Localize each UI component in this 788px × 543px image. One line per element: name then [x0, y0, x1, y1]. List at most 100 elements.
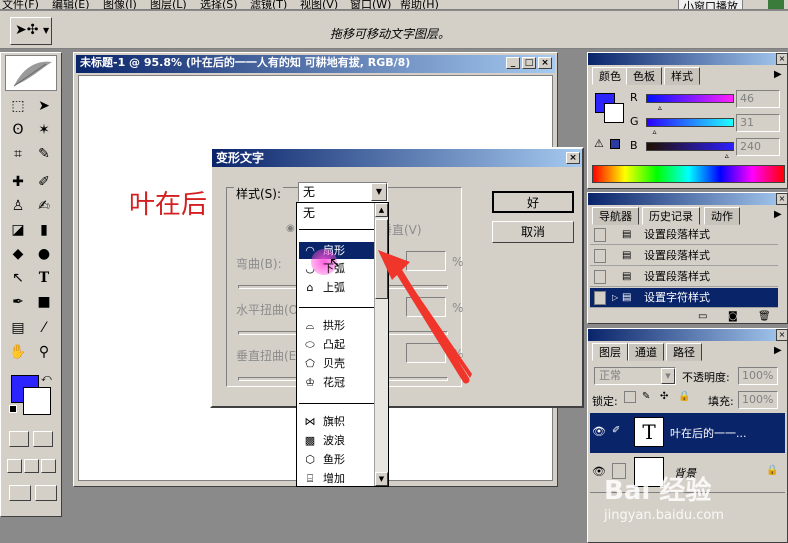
path-select-tool-icon[interactable]: ↖	[7, 267, 29, 289]
menu-edit[interactable]: 编辑(E)	[52, 0, 90, 9]
pen-tool-icon[interactable]: ✒	[7, 291, 29, 313]
tab-styles[interactable]: 样式	[664, 67, 700, 85]
panel-menu-icon[interactable]: ▶	[774, 345, 782, 356]
move-tool-icon[interactable]: ➤	[33, 95, 55, 117]
history-row[interactable]: ▤ 设置段落样式	[590, 225, 778, 245]
history-source-checkbox[interactable]	[594, 291, 606, 305]
tab-swatches[interactable]: 色板	[626, 67, 662, 85]
opacity-field[interactable]: 100%	[738, 367, 778, 385]
screen-mode-standard-button[interactable]	[7, 459, 22, 473]
layer-row-selected[interactable]: 👁 ✐ T 叶在后的一一...	[590, 413, 785, 453]
color-panel-header[interactable]	[588, 53, 787, 65]
minimize-button[interactable]: _	[506, 57, 520, 69]
history-brush-tool-icon[interactable]: ✍	[33, 195, 55, 217]
dropdown-item-wave[interactable]: ▩ 波浪	[299, 432, 375, 449]
lock-all-icon[interactable]: 🔒	[678, 391, 690, 402]
crop-tool-icon[interactable]: ⌗	[7, 143, 29, 165]
type-tool-icon[interactable]: T	[33, 267, 55, 289]
eye-visibility-icon[interactable]: 👁	[592, 425, 606, 438]
dropdown-item-upper-arc[interactable]: ⌂ 上弧	[299, 279, 375, 296]
document-title-bar[interactable]: 未标题-1 @ 95.8% (叶在后的一一人有的知 可耕地有拔, RGB/8)	[76, 55, 555, 73]
panel-menu-icon[interactable]: ▶	[774, 69, 782, 80]
gamut-swatch[interactable]	[610, 139, 620, 149]
dropdown-item-none[interactable]: 无	[299, 205, 375, 222]
tab-color[interactable]: 颜色	[592, 67, 628, 85]
quick-mask-mode-button[interactable]	[33, 431, 53, 447]
dropdown-item-flower-crown[interactable]: ♔ 花冠	[299, 374, 375, 391]
magic-wand-tool-icon[interactable]: ✶	[33, 119, 55, 141]
eyedropper-tool-icon[interactable]: ⁄	[33, 317, 55, 339]
horizontal-distort-field[interactable]	[406, 297, 446, 317]
menu-image[interactable]: 图像(I)	[103, 0, 137, 9]
menu-select[interactable]: 选择(S)	[200, 0, 238, 9]
dropdown-item-fish[interactable]: ⬡ 鱼形	[299, 451, 375, 468]
channel-b-slider[interactable]	[646, 142, 734, 151]
dropdown-item-bulge[interactable]: ⬭ 凸起	[299, 336, 375, 353]
channel-r-slider[interactable]	[646, 94, 734, 103]
lock-transparency-icon[interactable]	[624, 391, 636, 403]
cancel-button[interactable]: 取消	[492, 221, 574, 243]
tab-actions[interactable]: 动作	[704, 207, 740, 225]
history-source-checkbox[interactable]	[594, 270, 606, 284]
background-color-swatch[interactable]	[23, 387, 51, 415]
history-source-checkbox[interactable]	[594, 249, 606, 263]
tab-history[interactable]: 历史记录	[642, 207, 700, 225]
history-row[interactable]: ▤ 设置段落样式	[590, 267, 778, 287]
brush-tool-icon[interactable]: ✐	[33, 171, 55, 193]
dropdown-scrollbar[interactable]: ▲ ▼	[374, 203, 388, 486]
tab-paths[interactable]: 路径	[666, 343, 702, 361]
scroll-down-icon[interactable]: ▼	[375, 472, 388, 486]
dodge-tool-icon[interactable]: ●	[33, 243, 55, 265]
stamp-tool-icon[interactable]: ♙	[7, 195, 29, 217]
corner-icon[interactable]	[768, 0, 784, 9]
lock-position-icon[interactable]: ✣	[660, 391, 668, 402]
color-ramp[interactable]	[592, 165, 785, 183]
layers-panel-header[interactable]	[588, 329, 787, 341]
history-row[interactable]: ▤ 设置段落样式	[590, 246, 778, 266]
dropdown-item-shell[interactable]: ⬠ 贝壳	[299, 355, 375, 372]
dropdown-item-flag[interactable]: ⋈ 旗帜	[299, 413, 375, 430]
zoom-tool-icon[interactable]: ⚲	[33, 341, 55, 363]
history-row-selected[interactable]: ▷ ▤ 设置字符样式	[590, 288, 778, 308]
hand-tool-icon[interactable]: ✋	[7, 341, 29, 363]
menu-layer[interactable]: 图层(L)	[150, 0, 187, 9]
horizontal-radio[interactable]: ◉	[286, 223, 295, 234]
default-colors-icon[interactable]	[9, 405, 17, 413]
panel-menu-icon[interactable]: ▶	[774, 209, 782, 220]
screen-mode-menu-button[interactable]	[24, 459, 39, 473]
menu-window[interactable]: 窗口(W)	[350, 0, 391, 9]
bend-field[interactable]	[406, 251, 446, 271]
chevron-down-icon[interactable]: ▼	[371, 183, 387, 201]
panel-background-swatch[interactable]	[604, 103, 624, 123]
standard-mode-button[interactable]	[9, 431, 29, 447]
delete-state-icon[interactable]: 🗑	[758, 311, 771, 322]
tab-navigator[interactable]: 导航器	[592, 207, 639, 225]
dropdown-item-arch[interactable]: ⌓ 拱形	[299, 317, 375, 334]
chevron-down-icon[interactable]: ▼	[661, 368, 675, 384]
history-source-checkbox[interactable]	[594, 228, 606, 242]
new-document-from-state-icon[interactable]: ▭	[698, 311, 707, 322]
marquee-tool-icon[interactable]: ⬚	[7, 95, 29, 117]
new-snapshot-icon[interactable]: ◙	[728, 311, 738, 322]
dialog-title-bar[interactable]: 变形文字	[212, 149, 582, 167]
style-select[interactable]: 无 ▼	[298, 182, 388, 202]
blend-mode-select[interactable]: 正常 ▼	[594, 367, 676, 385]
channel-g-thumb[interactable]: ▵	[653, 127, 657, 136]
brush-link-icon[interactable]: ✐	[612, 425, 620, 436]
rectangle-tool-icon[interactable]: ■	[33, 291, 55, 313]
scroll-thumb[interactable]	[375, 219, 388, 299]
lock-pixels-icon[interactable]: ✎	[642, 391, 650, 402]
channel-b-value[interactable]: 240	[736, 138, 780, 156]
gradient-tool-icon[interactable]: ▮	[33, 219, 55, 241]
out-of-gamut-warning-icon[interactable]: ⚠	[594, 137, 604, 150]
fill-field[interactable]: 100%	[738, 391, 778, 409]
tool-preset-picker[interactable]: ➤✣ ▼	[10, 17, 52, 45]
scroll-up-icon[interactable]: ▲	[375, 203, 388, 217]
channel-r-thumb[interactable]: ▵	[658, 103, 662, 112]
panel-close-icon[interactable]: ×	[776, 329, 788, 341]
imageready-icon[interactable]	[35, 485, 57, 501]
channel-g-slider[interactable]	[646, 118, 734, 127]
layer-name[interactable]: 叶在后的一一...	[670, 425, 747, 441]
panel-close-icon[interactable]: ×	[776, 53, 788, 65]
blur-tool-icon[interactable]: ◆	[7, 243, 29, 265]
